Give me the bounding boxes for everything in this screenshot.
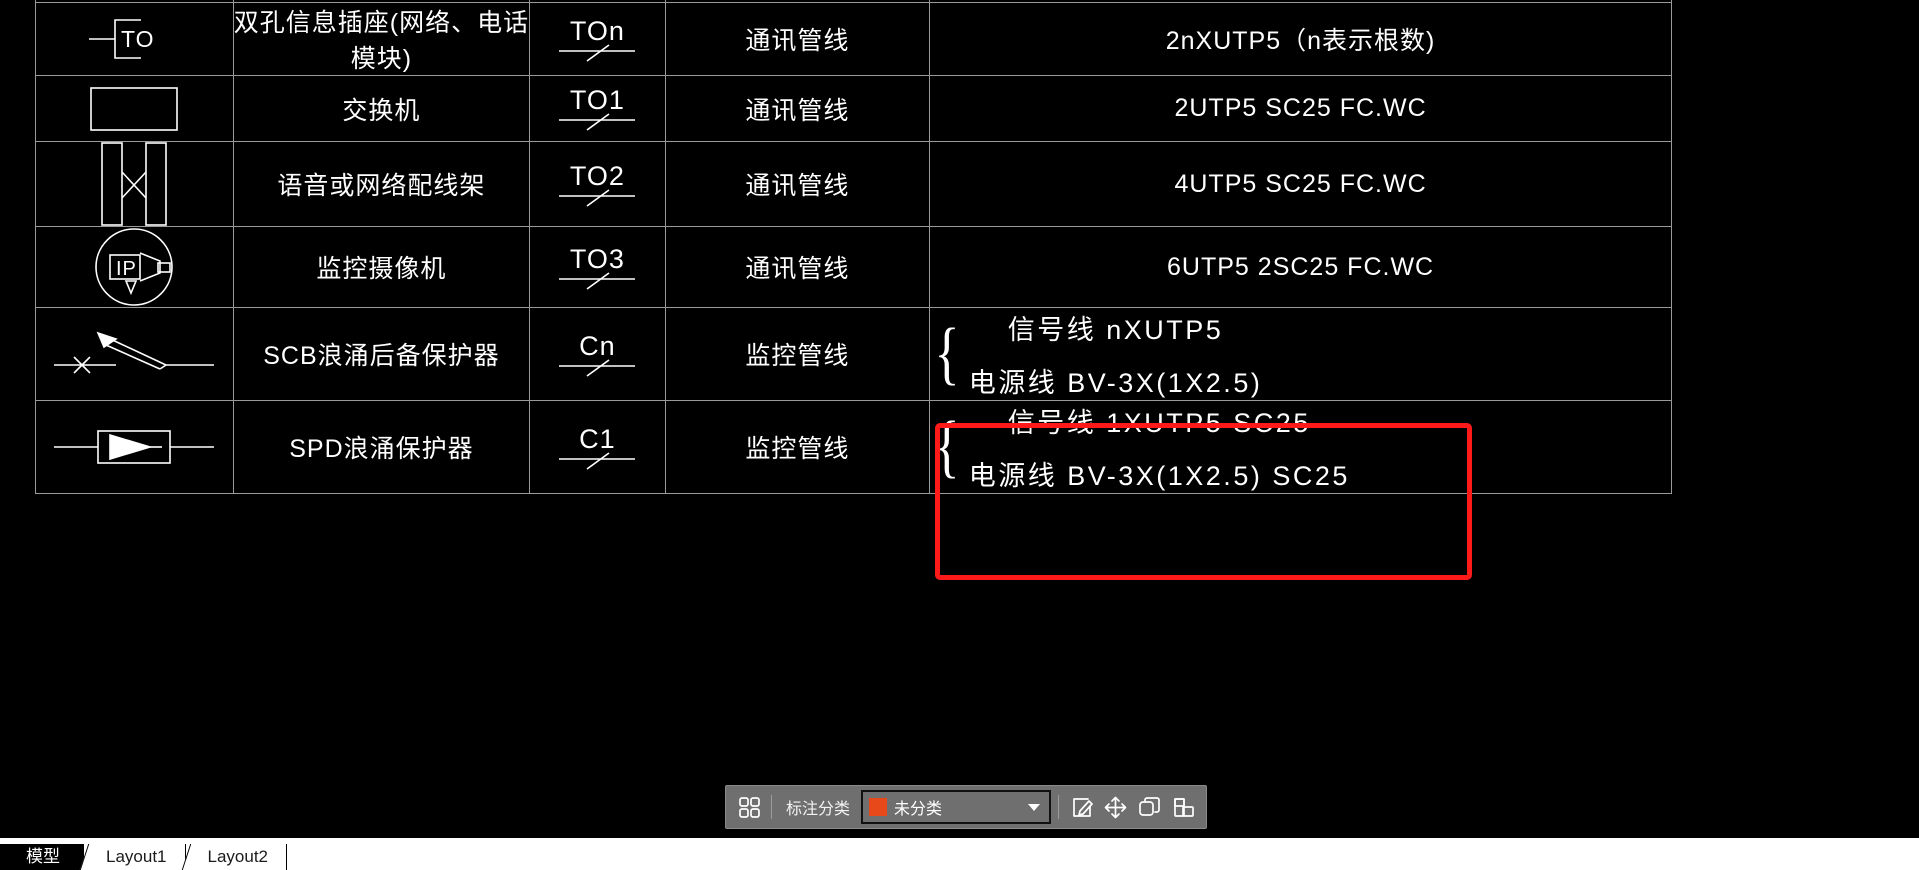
table-row[interactable]: SPD浪涌保护器 C1 监控管线 { 信号线 1XUTP5 SC25 电源线 B (35, 400, 1672, 494)
code-cell: C1 (529, 400, 666, 494)
annotation-category-label: 标注分类 (786, 801, 851, 818)
divider (1058, 795, 1060, 819)
cable-slash-icon (559, 451, 636, 470)
information-outlet-to-icon: TO (89, 19, 155, 59)
scb-surge-backup-protector-icon (54, 331, 215, 374)
description-cell: SPD浪涌保护器 (232, 400, 531, 494)
code-cell: TO2 (529, 141, 666, 227)
description-cell: 监控摄像机 (232, 226, 531, 308)
cable-slash-icon (559, 188, 636, 207)
svg-text:TO: TO (121, 26, 155, 52)
four-squares-icon (738, 796, 760, 818)
code-label: TOn (569, 15, 625, 46)
category-cell: 监控管线 (664, 307, 931, 401)
table-row[interactable]: SCB浪涌后备保护器 Cn 监控管线 { 信号线 nXUTP5 电源线 BV-3… (35, 307, 1672, 401)
chevron-down-icon[interactable] (1028, 803, 1041, 811)
divider (771, 795, 772, 819)
symbol-cell (35, 75, 234, 142)
spec-line-power: 电源线 BV-3X(1X2.5) SC25 (968, 461, 1350, 491)
symbol-cell (35, 307, 234, 401)
spd-surge-protector-icon (54, 430, 215, 464)
symbol-cell: TO (35, 2, 234, 76)
code-cell: TO1 (529, 75, 666, 142)
description-cell: 语音或网络配线架 (232, 141, 531, 227)
cad-canvas[interactable]: TO 双孔信息插座(网络、电话模块) TOn 通讯管线 2nXUTP5（n表示根… (0, 0, 1919, 870)
category-cell: 通讯管线 (664, 75, 931, 142)
table-row[interactable]: 交换机 TO1 通讯管线 2UTP5 SC25 FC.WC (35, 75, 1672, 142)
specification-cell: 4UTP5 SC25 FC.WC (929, 141, 1672, 227)
table-row[interactable]: IP 监控摄像机 TO3 通讯管线 6UTP5 2SC25 FC.WC (35, 226, 1672, 308)
code-label: C1 (579, 423, 616, 454)
layout-tabs[interactable]: 模型 Layout1 Layout2 (0, 838, 287, 870)
code-cell: TO3 (529, 226, 666, 308)
category-color-swatch (869, 798, 888, 816)
tab-layout2[interactable]: Layout2 (185, 844, 287, 870)
code-cell: TOn (529, 2, 666, 76)
code-label: TO3 (569, 243, 625, 274)
category-cell: 通讯管线 (664, 2, 931, 76)
grid-categories-button[interactable] (732, 790, 766, 824)
category-cell: 通讯管线 (664, 226, 931, 308)
specification-cell-annotated: { 信号线 1XUTP5 SC25 电源线 BV-3X(1X2.5) SC25 (929, 400, 1672, 494)
legend-table: TO 双孔信息插座(网络、电话模块) TOn 通讯管线 2nXUTP5（n表示根… (35, 0, 1672, 494)
code-label: TO2 (569, 160, 625, 191)
specification-cell: { 信号线 nXUTP5 电源线 BV-3X(1X2.5) (929, 307, 1672, 401)
specification-cell: 2nXUTP5（n表示根数) (929, 2, 1672, 76)
paste-button[interactable] (1166, 790, 1200, 824)
annotation-toolbar[interactable]: 标注分类 未分类 (725, 785, 1208, 829)
four-way-move-icon (1104, 796, 1126, 818)
copy-button[interactable] (1132, 790, 1166, 824)
patch-panel-icon (101, 142, 168, 226)
specification-cell: 2UTP5 SC25 FC.WC (929, 75, 1672, 142)
svg-text:IP: IP (116, 258, 137, 280)
spec-line-signal: 信号线 1XUTP5 SC25 (1007, 408, 1311, 438)
layout-tab-strip[interactable]: 模型 Layout1 Layout2 (0, 838, 1919, 870)
description-cell: 双孔信息插座(网络、电话模块) (232, 2, 531, 76)
specification-cell: 6UTP5 2SC25 FC.WC (929, 226, 1672, 308)
tab-layout1[interactable]: Layout1 (84, 844, 186, 870)
cable-slash-icon (559, 271, 636, 290)
symbol-cell (35, 400, 234, 494)
symbol-cell (35, 141, 234, 227)
annotation-category-select[interactable]: 未分类 (861, 790, 1052, 824)
category-cell: 通讯管线 (664, 141, 931, 227)
edit-annotation-button[interactable] (1064, 790, 1098, 824)
code-label: Cn (579, 330, 616, 361)
table-row[interactable]: 语音或网络配线架 TO2 通讯管线 4UTP5 SC25 FC.WC (35, 141, 1672, 227)
paste-clipboard-icon (1173, 797, 1194, 817)
pencil-page-icon (1072, 797, 1093, 817)
code-label: TO1 (569, 85, 625, 115)
cable-slash-icon (559, 43, 636, 62)
code-cell: Cn (529, 307, 666, 401)
switch-box-icon (90, 86, 179, 131)
cable-slash-icon (559, 113, 636, 131)
cable-slash-icon (559, 358, 636, 377)
ip-camera-icon: IP (95, 228, 174, 306)
table-row[interactable]: TO 双孔信息插座(网络、电话模块) TOn 通讯管线 2nXUTP5（n表示根… (35, 2, 1672, 76)
spec-line-power: 电源线 BV-3X(1X2.5) (968, 368, 1263, 398)
spec-line-signal: 信号线 nXUTP5 (1007, 315, 1224, 345)
symbol-cell: IP (35, 226, 234, 308)
description-cell: SCB浪涌后备保护器 (232, 307, 531, 401)
copy-squares-icon (1138, 796, 1160, 816)
tab-model[interactable]: 模型 (0, 844, 84, 870)
category-cell: 监控管线 (664, 400, 931, 494)
category-selected-value: 未分类 (894, 801, 943, 818)
move-button[interactable] (1098, 790, 1132, 824)
description-cell: 交换机 (232, 75, 531, 142)
